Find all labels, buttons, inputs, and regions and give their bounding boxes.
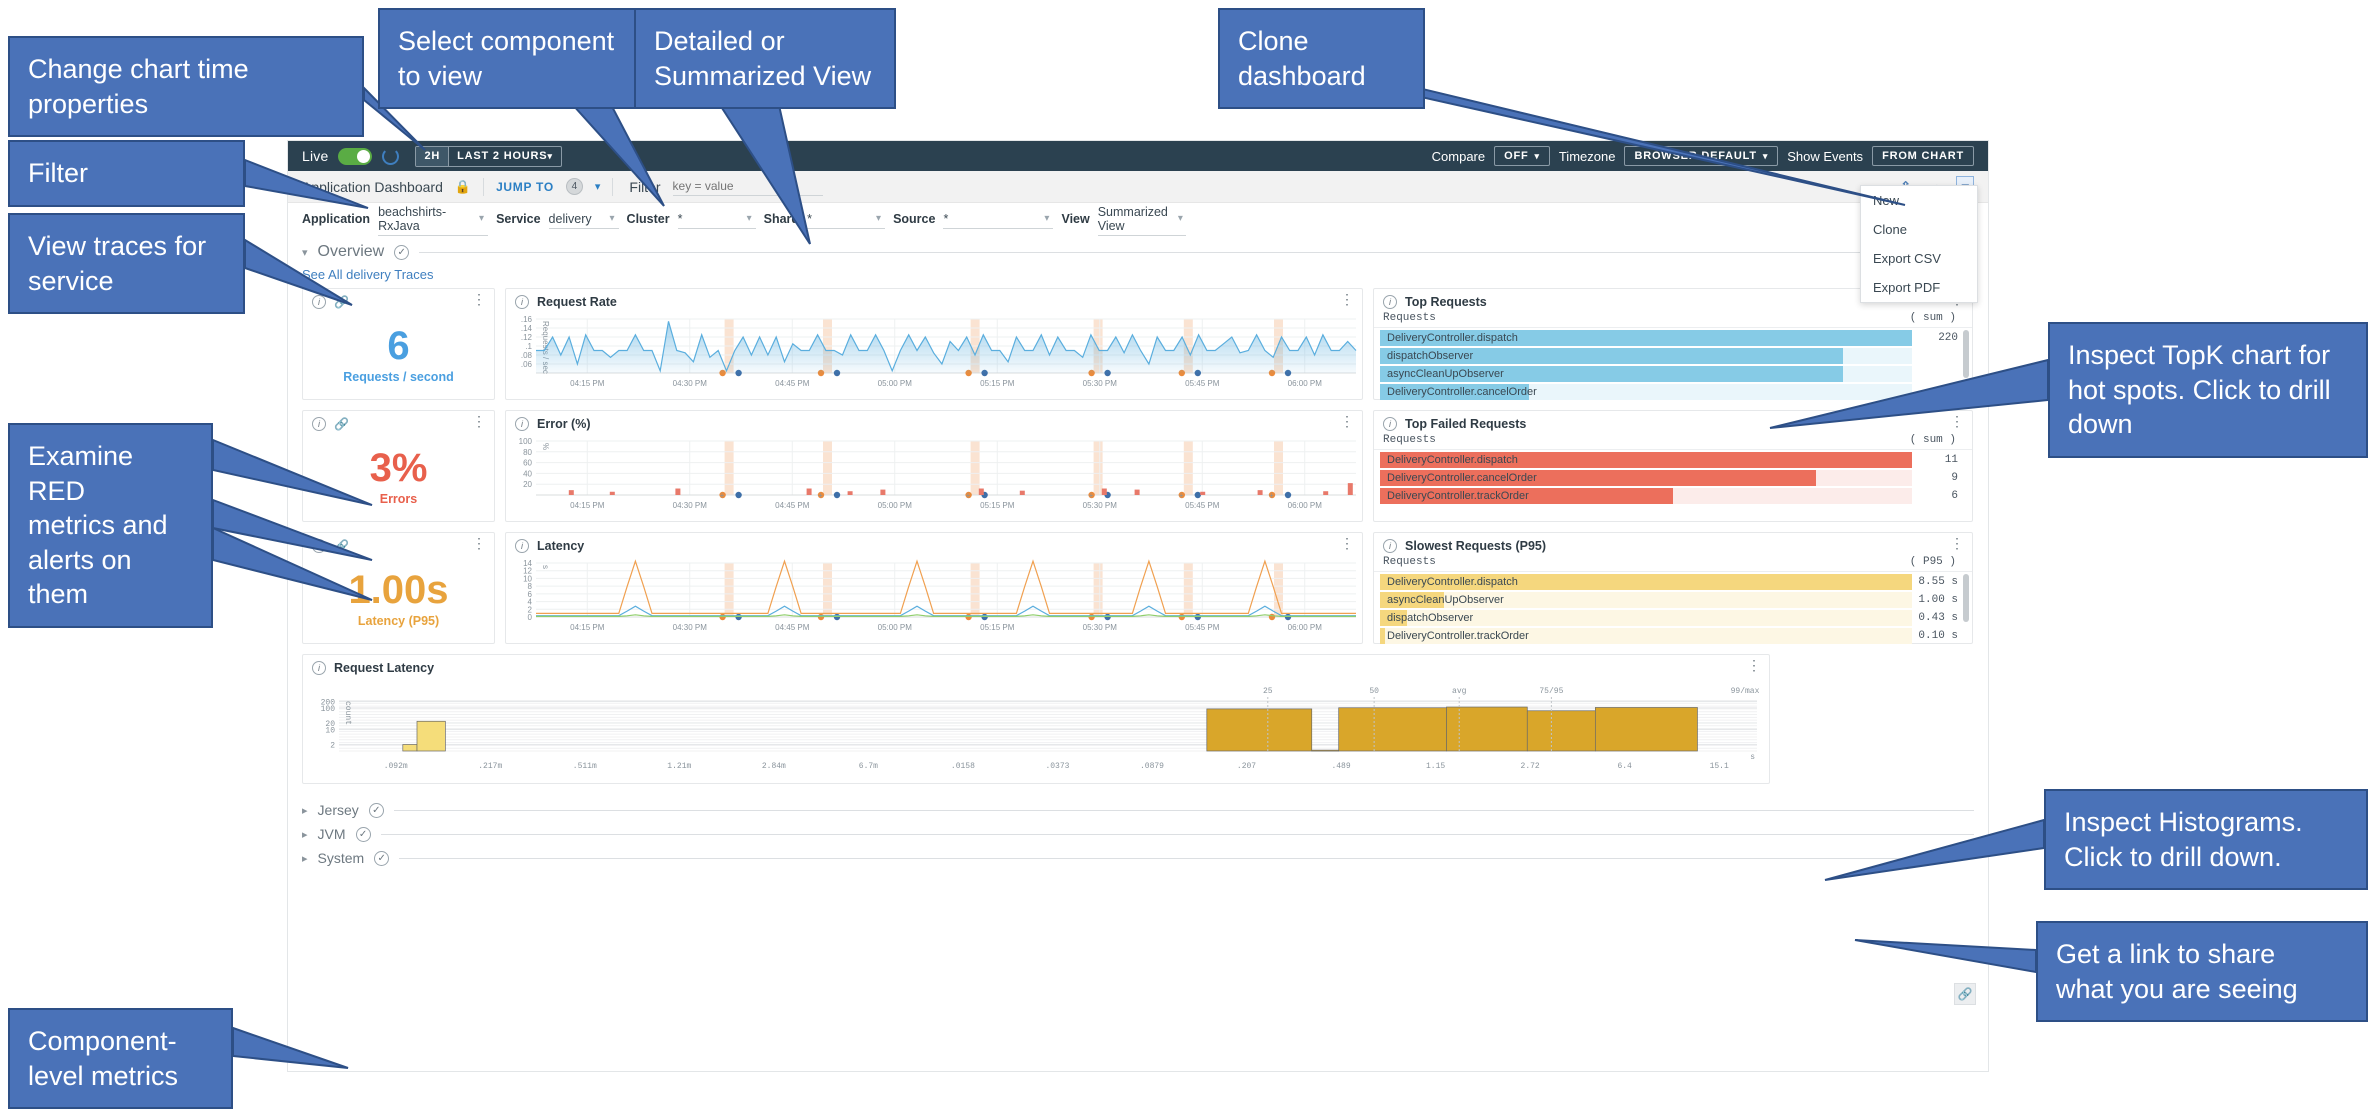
callout-detailed-summarized: Detailed or Summarized View — [634, 8, 896, 110]
callout-component-level: Component- level metrics — [8, 1008, 233, 1109]
callout-share-link: Get a link to share what you are seeing — [2036, 921, 2368, 1023]
pointer-inspect-topk — [1769, 358, 2049, 429]
pointer-view-traces — [244, 238, 353, 306]
callout-inspect-topk: Inspect TopK chart for hot spots. Click … — [2048, 322, 2368, 458]
pointer-filter — [244, 158, 369, 209]
callout-examine-red: Examine RED metrics and alerts on them — [8, 423, 213, 628]
callout-inspect-histograms: Inspect Histograms. Click to drill down. — [2044, 789, 2368, 891]
callout-change-chart-time: Change chart time properties — [8, 36, 364, 138]
callout-select-component: Select component to view — [378, 8, 662, 110]
pointer-inspect-histograms — [1824, 818, 2045, 881]
pointer-share-link — [1854, 939, 2037, 974]
callout-filter: Filter — [8, 140, 245, 207]
pointer-component-level — [232, 1026, 349, 1069]
callout-view-traces: View traces for service — [8, 213, 245, 315]
callout-clone-dashboard: Clone dashboard — [1218, 8, 1425, 110]
callout-pointers — [212, 73, 2049, 1069]
pointer-examine-red — [212, 438, 373, 506]
